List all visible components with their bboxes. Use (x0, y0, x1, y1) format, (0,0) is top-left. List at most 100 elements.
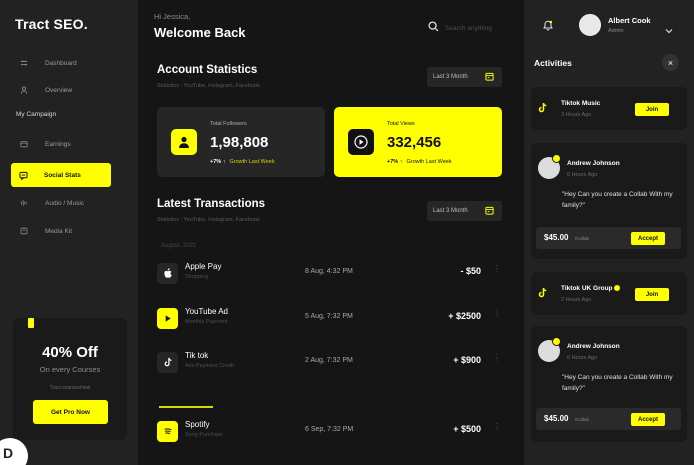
sidebar-item-label: Social Stats (44, 171, 81, 179)
transaction-amount: + $2500 (448, 311, 481, 321)
promo-site: Tract.courses/new (49, 385, 91, 391)
sidebar: Tract SEO. Dashboard Overview My Campaig… (0, 0, 138, 465)
activity-name: Andrew Johnson (567, 160, 620, 167)
offer-unit: /Collab (575, 417, 590, 422)
transaction-row[interactable]: Tik tok Ads Payment Credit 2 Aug, 7:32 P… (157, 347, 507, 377)
account-statistics-caption: Statistics : YouTube, Instagram, Faceboo… (157, 83, 260, 89)
activity-message: "Hey Can you create a Collab With my fam… (562, 374, 673, 392)
join-button[interactable]: Join (635, 288, 669, 301)
calendar-icon (485, 206, 494, 217)
activity-time: 6 Hours Ago (567, 172, 598, 178)
search-input[interactable]: Search anything (445, 25, 492, 32)
main-content: Hi Jessica, Welcome Back Search anything… (138, 0, 524, 465)
sidebar-item-label: Media Kit (45, 227, 73, 235)
app-window: Tract SEO. Dashboard Overview My Campaig… (0, 0, 694, 465)
offer-amount: $45.00 (544, 233, 569, 242)
chevron-down-icon[interactable] (665, 21, 673, 39)
activity-name: Tiktok UK Group (561, 285, 621, 292)
sidebar-item-overview[interactable]: Overview (12, 78, 126, 102)
transaction-row[interactable]: Spotify Song Purchase 6 Sep, 7:32 PM + $… (157, 416, 507, 446)
kebab-menu-icon[interactable]: ⋮ (493, 354, 501, 362)
divider-mark (159, 406, 213, 408)
youtube-icon (157, 307, 178, 329)
user-name: Albert Cook (608, 16, 651, 25)
latest-transactions-title: Latest Transactions (157, 198, 266, 210)
transaction-category: Monthly Payment (185, 319, 228, 325)
period-select-transactions[interactable]: Last 3 Month (427, 201, 502, 221)
activity-card: Andrew Johnson 6 Hours Ago "Hey Can you … (531, 326, 687, 442)
tiktok-icon (157, 351, 178, 373)
calendar-icon (485, 72, 494, 83)
activity-name: Tiktok Music (561, 100, 601, 107)
total-followers-card[interactable]: Total Followers 1,98,808 +7% ↑ Growth Las… (157, 107, 325, 177)
verified-check-icon (552, 337, 561, 346)
music-icon (12, 199, 36, 207)
offer-amount: $45.00 (544, 414, 569, 423)
activities-panel: Albert Cook Admin Activities × Tiktok Mu… (524, 0, 694, 465)
offer-row: $45.00 /Collab Accept (536, 408, 681, 430)
total-views-card[interactable]: Total Views 332,456 +7% ↑ Growth Last Wee… (334, 107, 502, 177)
apple-icon (157, 262, 178, 284)
sidebar-item-dashboard[interactable]: Dashboard (12, 51, 126, 75)
brand-logo[interactable]: Tract SEO. (15, 16, 88, 32)
accept-button[interactable]: Accept (631, 413, 665, 426)
user-role: Admin (608, 28, 624, 34)
transaction-amount: - $50 (460, 266, 481, 276)
avatar[interactable] (579, 14, 601, 36)
sidebar-item-earnings[interactable]: Earnings (12, 132, 126, 156)
user-badge-icon (171, 129, 197, 155)
get-pro-button[interactable]: Get Pro Now (33, 400, 108, 424)
promo-card: 40% Off On every Courses Tract.courses/n… (13, 318, 127, 440)
transaction-row[interactable]: Apple Pay Shopping 8 Aug, 4:32 PM - $50 … (157, 258, 507, 288)
transactions-caption: Statistics : YouTube, Instagram, Faceboo… (157, 217, 260, 223)
offer-row: $45.00 /Collab Accept (536, 227, 681, 249)
sidebar-item-social-stats[interactable]: Social Stats (11, 163, 111, 187)
activity-card: Tiktok UK Group 2 Hours Ago Join (531, 272, 687, 315)
transaction-row[interactable]: YouTube Ad Monthly Payment 5 Aug, 7:32 P… (157, 303, 507, 333)
transaction-amount: + $500 (453, 424, 481, 434)
transaction-category: Ads Payment Credit (185, 363, 234, 369)
period-label: Last 3 Month (433, 74, 468, 80)
sidebar-item-audio-music[interactable]: Audio / Music (12, 191, 126, 215)
watermark-logo: D (0, 438, 28, 465)
sidebar-item-media-kit[interactable]: Media Kit (12, 219, 126, 243)
activities-title: Activities (534, 58, 572, 68)
activity-time: 6 Hours Ago (567, 355, 598, 361)
play-badge-icon (348, 129, 374, 155)
transaction-name: Apple Pay (185, 262, 222, 271)
followers-label: Total Followers (210, 121, 247, 127)
activity-card: Andrew Johnson 6 Hours Ago "Hey Can you … (531, 143, 687, 259)
spotify-icon (157, 420, 178, 442)
followers-change: +7% ↑ Growth Last Week (210, 159, 275, 165)
tiktok-icon (537, 101, 548, 119)
page-title: Welcome Back (154, 25, 246, 40)
kebab-menu-icon[interactable]: ⋮ (493, 310, 501, 318)
verified-badge-icon (614, 285, 621, 292)
search-bar[interactable]: Search anything (428, 19, 492, 37)
search-icon[interactable] (428, 19, 439, 37)
transaction-category: Song Purchase (185, 432, 223, 438)
wallet-icon (12, 140, 36, 148)
close-button[interactable]: × (662, 54, 679, 71)
promo-accent-mark (28, 318, 34, 328)
period-select-stats[interactable]: Last 3 Month (427, 67, 502, 87)
accept-button[interactable]: Accept (631, 232, 665, 245)
transaction-date: 2 Aug, 7:32 PM (305, 357, 353, 364)
promo-subtitle: On every Courses (39, 365, 101, 374)
sidebar-item-label: Earnings (45, 140, 71, 148)
transaction-date: 6 Sep, 7:32 PM (305, 426, 354, 433)
transaction-date: 8 Aug, 4:32 PM (305, 268, 353, 275)
section-label-campaign: My Campaign (16, 111, 57, 118)
kebab-menu-icon[interactable]: ⋮ (493, 265, 501, 273)
activity-time: 3 Hours Ago (561, 112, 592, 118)
transaction-category: Shopping (185, 274, 209, 280)
tiktok-icon (537, 286, 548, 304)
bell-icon[interactable] (543, 18, 553, 36)
kebab-menu-icon[interactable]: ⋮ (493, 423, 501, 431)
transaction-amount: + $900 (453, 355, 481, 365)
join-button[interactable]: Join (635, 103, 669, 116)
greeting: Hi Jessica, (154, 12, 191, 21)
activity-card: Tiktok Music 3 Hours Ago Join (531, 87, 687, 130)
transaction-date: 5 Aug, 7:32 PM (305, 313, 353, 320)
views-value: 332,456 (387, 134, 442, 151)
